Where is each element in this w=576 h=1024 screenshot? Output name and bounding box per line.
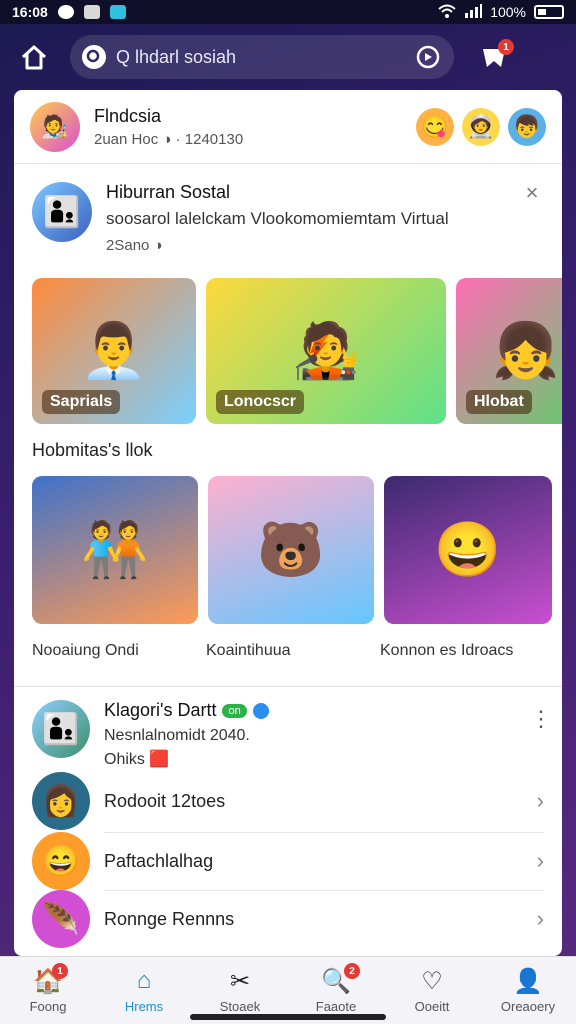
activity-tile-1[interactable]: 🧑‍🤝‍🧑 bbox=[32, 476, 198, 624]
cart-button[interactable]: 1 bbox=[474, 37, 514, 77]
chevron-right-icon: › bbox=[536, 848, 544, 873]
friend-name-line: Klagori's Dartt on bbox=[104, 700, 269, 721]
friend-subtitle: Nesnlalnomidt 2040. bbox=[104, 727, 250, 744]
nav-label: Oreaoery bbox=[500, 999, 556, 1014]
feed-card: 🧑‍🎨 Flndcsia 2uan Hoc ◑ · 1240130 😋 🧑‍🚀 … bbox=[14, 90, 562, 956]
battery-percent: 100% bbox=[490, 4, 526, 20]
messenger-icon bbox=[57, 5, 74, 19]
gallery-notification-icon bbox=[109, 5, 126, 19]
verified-icon bbox=[252, 702, 269, 719]
search-bar[interactable] bbox=[70, 35, 454, 79]
heart-icon: ♡ bbox=[421, 968, 443, 995]
cart-badge: 1 bbox=[498, 39, 514, 55]
featured-tile-2[interactable]: 🧑‍🎤 Lonocscr bbox=[206, 278, 446, 424]
profile-text: Flndcsia 2uan Hoc ◑ · 1240130 bbox=[94, 106, 243, 148]
chevron-right-icon: › bbox=[536, 906, 544, 931]
battery-icon bbox=[534, 5, 564, 19]
activity-caption-3[interactable]: Konnon es Idroacs bbox=[380, 642, 554, 660]
list-item[interactable]: 👩 Rodooit 12toes › bbox=[32, 772, 544, 830]
profile-header[interactable]: 🧑‍🎨 Flndcsia 2uan Hoc ◑ · 1240130 😋 🧑‍🚀 … bbox=[14, 90, 562, 164]
activity-tile-2[interactable]: 🐻 bbox=[208, 476, 374, 624]
tile-label: Lonocscr bbox=[216, 390, 305, 414]
tile-illustration: 😀 bbox=[434, 519, 502, 580]
nav-label: Faaote bbox=[315, 999, 357, 1014]
profile-avatar[interactable]: 🧑‍🎨 bbox=[30, 101, 80, 152]
profile-subtitle: 2uan Hoc ◑ · 1240130 bbox=[94, 130, 244, 148]
post-time: 2Sano ◑ bbox=[106, 237, 163, 254]
list-avatar: 👩 bbox=[32, 772, 90, 830]
tile-illustration: 👧 bbox=[492, 320, 560, 381]
list-avatar: 😄 bbox=[32, 832, 90, 890]
voice-search-button[interactable] bbox=[414, 43, 442, 71]
profile-icon: 👤 bbox=[513, 968, 543, 995]
friend-info: Klagori's Dartt on Nesnlalnomidt 2040. O… bbox=[104, 700, 269, 769]
featured-tile-3[interactable]: 👧 Hlobat bbox=[456, 278, 562, 424]
tile-illustration: 🐻 bbox=[257, 519, 325, 580]
search-input[interactable] bbox=[116, 46, 356, 68]
nav-home[interactable]: ⌂ Hrems bbox=[96, 957, 192, 1024]
post-header: 👨‍👦 Hiburran Sostal soosarol lalelckam V… bbox=[14, 164, 562, 254]
featured-tile-1[interactable]: 👨‍💼 Saprials bbox=[32, 278, 196, 424]
profile-name: Flndcsia bbox=[94, 105, 162, 126]
friend-status: Ohiks 🟥 bbox=[104, 751, 170, 768]
list-item[interactable]: 🪶 Ronnge Rennns › bbox=[32, 890, 544, 948]
nav-label: Stoaek bbox=[219, 999, 261, 1014]
list-label: Rodooit 12toes bbox=[104, 790, 226, 811]
list-label: Paftachlalhag bbox=[104, 850, 214, 871]
nav-feed[interactable]: 🏠 1 Foong bbox=[0, 957, 96, 1024]
reaction-avatar-3[interactable]: 👦 bbox=[508, 107, 546, 146]
chevron-right-icon: › bbox=[536, 788, 544, 813]
nav-profile[interactable]: 👤 Oreaoery bbox=[480, 957, 576, 1024]
nav-label: Ooeitt bbox=[414, 999, 450, 1014]
home-indicator bbox=[190, 1014, 386, 1020]
home-icon bbox=[21, 45, 47, 70]
close-post-button[interactable]: × bbox=[518, 180, 546, 208]
status-time: 16:08 bbox=[12, 4, 48, 20]
list-avatar: 🪶 bbox=[32, 890, 90, 948]
tile-label: Saprials bbox=[42, 390, 121, 414]
nav-label: Foong bbox=[29, 999, 67, 1014]
section-title: Hobmitas's llok bbox=[32, 440, 153, 460]
tile-illustration: 🧑‍🤝‍🧑 bbox=[81, 519, 149, 580]
home-button[interactable] bbox=[14, 37, 54, 77]
section-divider bbox=[14, 686, 562, 687]
status-right: 100% bbox=[438, 3, 564, 21]
post-avatar[interactable]: 👨‍👦 bbox=[32, 182, 92, 242]
app-notification-icon bbox=[83, 5, 100, 19]
edit-icon: ✂ bbox=[229, 968, 251, 995]
wifi-icon bbox=[438, 4, 456, 21]
list-item[interactable]: 😄 Paftachlalhag › bbox=[32, 832, 544, 890]
reaction-avatar-2[interactable]: 🧑‍🚀 bbox=[462, 107, 500, 146]
tile-illustration: 🧑‍🎤 bbox=[292, 320, 360, 381]
search-icon bbox=[82, 45, 106, 69]
top-bar: 1 bbox=[0, 24, 576, 90]
nav-label: Hrems bbox=[124, 999, 164, 1014]
activity-captions: Nooaiung Ondi Koaintihuua Konnon es Idro… bbox=[32, 642, 562, 660]
activity-caption-1[interactable]: Nooaiung Ondi bbox=[32, 642, 206, 660]
nav-badge: 1 bbox=[52, 963, 68, 979]
post-description: soosarol lalelckam Vlookomomiemtam Virtu… bbox=[106, 209, 449, 228]
store-icon: ⌂ bbox=[136, 967, 152, 994]
tile-label: Hlobat bbox=[466, 390, 532, 414]
reaction-avatar-1[interactable]: 😋 bbox=[416, 107, 454, 146]
activity-caption-2[interactable]: Koaintihuua bbox=[206, 642, 380, 660]
reaction-avatars: 😋 🧑‍🚀 👦 bbox=[416, 107, 546, 146]
voice-icon bbox=[416, 45, 440, 69]
nav-badge: 2 bbox=[344, 963, 360, 979]
online-badge: on bbox=[222, 703, 247, 718]
post-text: Hiburran Sostal soosarol lalelckam Vlook… bbox=[106, 182, 449, 254]
status-bar: 16:08 100% bbox=[0, 0, 576, 24]
friend-name: Klagori's Dartt bbox=[104, 700, 217, 720]
tile-illustration: 👨‍💼 bbox=[80, 320, 148, 381]
list-label: Ronnge Rennns bbox=[104, 908, 235, 929]
featured-tiles: 👨‍💼 Saprials 🧑‍🎤 Lonocscr 👧 Hlobat bbox=[14, 278, 562, 424]
friend-row[interactable]: 👨‍👦 Klagori's Dartt on Nesnlalnomidt 204… bbox=[32, 700, 552, 769]
signal-icon bbox=[464, 3, 483, 21]
activity-tiles: 🧑‍🤝‍🧑 🐻 😀 bbox=[14, 476, 562, 624]
activity-tile-3[interactable]: 😀 bbox=[384, 476, 552, 624]
nav-likes[interactable]: ♡ Ooeitt bbox=[384, 957, 480, 1024]
post-title: Hiburran Sostal bbox=[106, 182, 231, 202]
more-options-button[interactable]: ⋮ bbox=[530, 706, 552, 732]
friend-avatar[interactable]: 👨‍👦 bbox=[32, 700, 90, 758]
